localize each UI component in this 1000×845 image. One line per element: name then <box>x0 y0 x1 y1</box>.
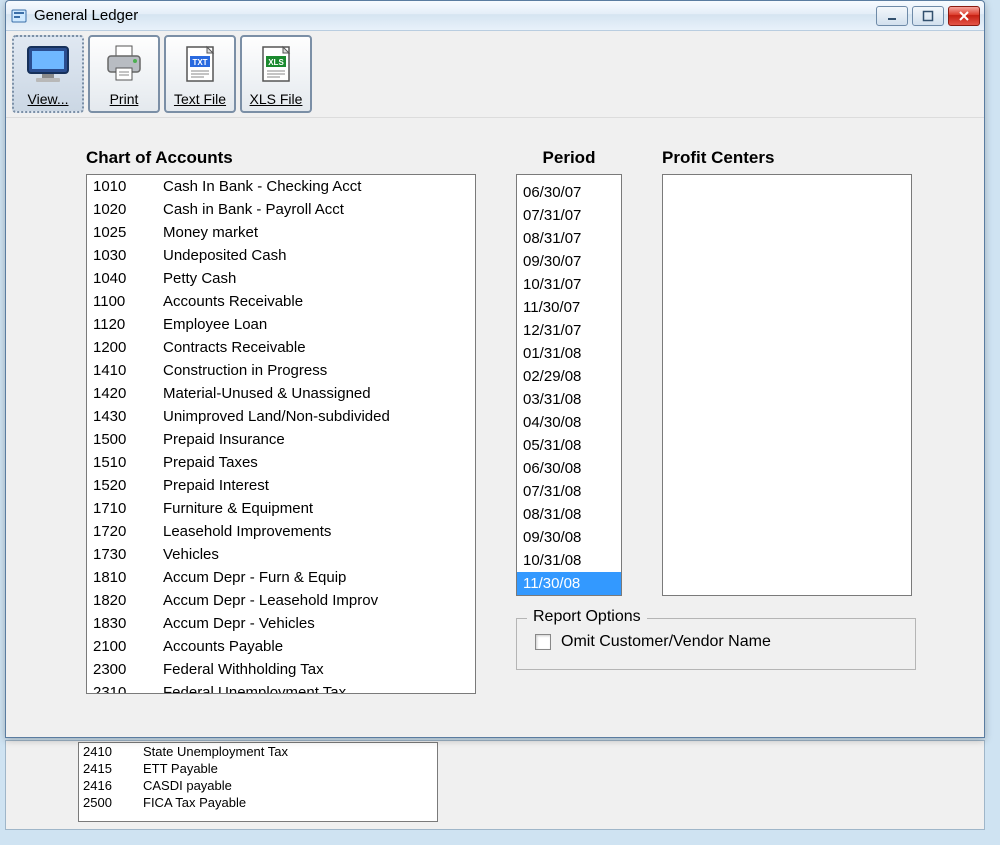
period-row[interactable]: 01/31/08 <box>517 342 621 365</box>
period-row[interactable]: 10/31/07 <box>517 273 621 296</box>
period-panel: Period 05/31/0706/30/0707/31/0708/31/070… <box>516 148 622 596</box>
print-label: Print <box>110 91 139 107</box>
account-row[interactable]: 1030Undeposited Cash <box>87 244 475 267</box>
window-title: General Ledger <box>34 7 876 24</box>
account-row[interactable]: 1810Accum Depr - Furn & Equip <box>87 566 475 589</box>
printer-icon <box>100 37 148 91</box>
period-row[interactable]: 06/30/08 <box>517 457 621 480</box>
account-row[interactable]: 1820Accum Depr - Leasehold Improv <box>87 589 475 612</box>
background-row: 2415ETT Payable <box>79 760 437 777</box>
account-row[interactable]: 1830Accum Depr - Vehicles <box>87 612 475 635</box>
period-row[interactable]: 09/30/08 <box>517 526 621 549</box>
txt-file-icon: TXT <box>178 37 222 91</box>
xls-file-button[interactable]: XLS XLS File <box>240 35 312 113</box>
print-button[interactable]: Print <box>88 35 160 113</box>
chart-of-accounts-label: Chart of Accounts <box>86 148 476 168</box>
account-row[interactable]: 1510Prepaid Taxes <box>87 451 475 474</box>
text-file-label: Text File <box>174 91 226 107</box>
report-options-group: Report Options Omit Customer/Vendor Name <box>516 618 916 670</box>
background-account-list: 2410State Unemployment Tax2415ETT Payabl… <box>78 742 438 822</box>
period-row[interactable]: 07/31/07 <box>517 204 621 227</box>
period-label: Period <box>516 148 622 168</box>
period-row[interactable]: 08/31/07 <box>517 227 621 250</box>
view-label: View... <box>28 91 69 107</box>
account-row[interactable]: 1730Vehicles <box>87 543 475 566</box>
general-ledger-window: General Ledger View... <box>5 0 985 738</box>
app-icon <box>10 7 28 25</box>
account-row[interactable]: 1200Contracts Receivable <box>87 336 475 359</box>
period-row[interactable]: 02/29/08 <box>517 365 621 388</box>
account-row[interactable]: 1040Petty Cash <box>87 267 475 290</box>
background-row: 2416CASDI payable <box>79 777 437 794</box>
period-row[interactable]: 06/30/07 <box>517 181 621 204</box>
accounts-listbox[interactable]: 1010Cash In Bank - Checking Acct1020Cash… <box>86 174 476 694</box>
account-row[interactable]: 1520Prepaid Interest <box>87 474 475 497</box>
account-row[interactable]: 2310Federal Unemployment Tax <box>87 681 475 694</box>
period-row[interactable]: 07/31/08 <box>517 480 621 503</box>
omit-customer-checkbox[interactable] <box>535 634 551 650</box>
period-row[interactable]: 11/30/08 <box>517 572 621 595</box>
monitor-icon <box>24 37 72 91</box>
accounts-panel: Chart of Accounts 1010Cash In Bank - Che… <box>86 148 476 694</box>
account-row[interactable]: 1430Unimproved Land/Non-subdivided <box>87 405 475 428</box>
titlebar[interactable]: General Ledger <box>6 1 984 31</box>
content-area: Chart of Accounts 1010Cash In Bank - Che… <box>6 117 984 737</box>
period-row[interactable]: 08/31/08 <box>517 503 621 526</box>
svg-text:XLS: XLS <box>268 58 284 67</box>
background-row: 2500FICA Tax Payable <box>79 794 437 811</box>
account-row[interactable]: 1120Employee Loan <box>87 313 475 336</box>
period-row[interactable]: 03/31/08 <box>517 388 621 411</box>
period-row[interactable]: 05/31/07 <box>517 174 621 181</box>
profit-centers-label: Profit Centers <box>662 148 912 168</box>
minimize-button[interactable] <box>876 6 908 26</box>
maximize-button[interactable] <box>912 6 944 26</box>
toolbar: View... Print TXT <box>6 31 984 117</box>
account-row[interactable]: 1500Prepaid Insurance <box>87 428 475 451</box>
period-row[interactable]: 12/31/07 <box>517 319 621 342</box>
account-row[interactable]: 1100Accounts Receivable <box>87 290 475 313</box>
report-options-legend: Report Options <box>527 608 647 626</box>
account-row[interactable]: 2100Accounts Payable <box>87 635 475 658</box>
background-row: 2410State Unemployment Tax <box>79 743 437 760</box>
period-row[interactable]: 10/31/08 <box>517 549 621 572</box>
account-row[interactable]: 1020Cash in Bank - Payroll Acct <box>87 198 475 221</box>
account-row[interactable]: 1410Construction in Progress <box>87 359 475 382</box>
account-row[interactable]: 1720Leasehold Improvements <box>87 520 475 543</box>
svg-text:TXT: TXT <box>192 58 207 67</box>
period-row[interactable]: 11/30/07 <box>517 296 621 319</box>
profit-centers-panel: Profit Centers <box>662 148 912 596</box>
xls-file-label: XLS File <box>250 91 303 107</box>
account-row[interactable]: 1025Money market <box>87 221 475 244</box>
period-row[interactable]: 05/31/08 <box>517 434 621 457</box>
account-row[interactable]: 2300Federal Withholding Tax <box>87 658 475 681</box>
account-row[interactable]: 1710Furniture & Equipment <box>87 497 475 520</box>
omit-customer-label: Omit Customer/Vendor Name <box>561 633 771 651</box>
profit-centers-listbox[interactable] <box>662 174 912 596</box>
account-row[interactable]: 1420Material-Unused & Unassigned <box>87 382 475 405</box>
close-button[interactable] <box>948 6 980 26</box>
period-row[interactable]: 04/30/08 <box>517 411 621 434</box>
period-listbox[interactable]: 05/31/0706/30/0707/31/0708/31/0709/30/07… <box>516 174 622 596</box>
xls-file-icon: XLS <box>254 37 298 91</box>
text-file-button[interactable]: TXT Text File <box>164 35 236 113</box>
period-row[interactable]: 09/30/07 <box>517 250 621 273</box>
view-button[interactable]: View... <box>12 35 84 113</box>
account-row[interactable]: 1010Cash In Bank - Checking Acct <box>87 175 475 198</box>
